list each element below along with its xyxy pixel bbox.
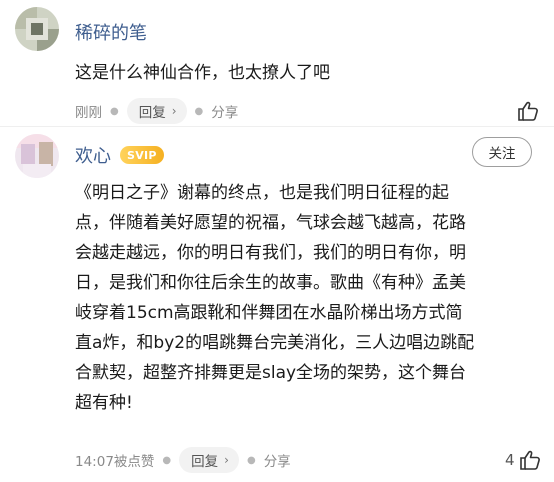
avatar-image — [15, 7, 59, 51]
comment-line: 会越走越远，你的明日有我们，我们的明日有你，明 — [75, 243, 466, 263]
username-row: 欢心 SVIP — [75, 142, 164, 168]
avatar-image — [15, 134, 59, 178]
separator-dot: ● — [246, 454, 256, 466]
thumbs-up-icon — [519, 450, 540, 470]
thumbs-up-icon — [518, 101, 538, 121]
reply-label: 回复 — [138, 105, 166, 121]
separator-dot: ● — [194, 105, 204, 117]
like-button[interactable]: 4 — [505, 450, 541, 470]
separator-dot: ● — [162, 454, 172, 466]
comment-text: 《明日之子》谢幕的终点，也是我们明日征程的起 点，伴随着美好愿望的祝福，气球会越… — [75, 178, 474, 418]
comment-line: 点，伴随着美好愿望的祝福，气球会越飞越高，花路 — [75, 213, 466, 233]
follow-button[interactable]: 关注 — [472, 137, 532, 167]
reply-label: 回复 — [191, 454, 219, 470]
timestamp: 刚刚 — [75, 105, 102, 121]
like-button[interactable] — [517, 101, 539, 121]
username[interactable]: 欢心 — [75, 142, 111, 168]
comment-line: 超有种! — [75, 393, 133, 413]
avatar[interactable] — [15, 7, 59, 51]
comment-text: 这是什么神仙合作，也太撩人了吧 — [75, 63, 330, 83]
comment-meta: 14:07被点赞 ● 回复 › ● 分享 — [75, 447, 291, 473]
svip-badge: SVIP — [120, 146, 164, 164]
timestamp: 14:07被点赞 — [75, 454, 155, 470]
comment-line: 日，是我们和你往后余生的故事。歌曲《有种》孟美 — [75, 273, 466, 293]
comment-meta: 刚刚 ● 回复 › ● 分享 — [75, 98, 238, 124]
like-count: 4 — [505, 451, 515, 469]
comment-line: 岐穿着15cm高跟靴和伴舞团在水晶阶梯出场方式简 — [75, 303, 463, 323]
username[interactable]: 稀碎的笔 — [75, 19, 147, 45]
comment-line: 合默契，超整齐排舞更是slay全场的架势，这个舞台 — [75, 363, 467, 383]
chevron-right-icon: › — [171, 104, 177, 118]
reply-button[interactable]: 回复 › — [179, 447, 239, 473]
comment-divider — [0, 126, 554, 127]
reply-button[interactable]: 回复 › — [126, 98, 187, 124]
avatar[interactable] — [15, 134, 59, 178]
share-button[interactable]: 分享 — [211, 101, 238, 121]
follow-label: 关注 — [488, 146, 516, 162]
separator-dot: ● — [110, 105, 119, 117]
comment-line: 《明日之子》谢幕的终点，也是我们明日征程的起 — [75, 183, 449, 203]
comment-line: 直a炸，和by2的唱跳舞台完美消化，三人边唱边跳配 — [75, 333, 475, 353]
chevron-right-icon: › — [224, 453, 229, 467]
share-button[interactable]: 分享 — [264, 450, 291, 470]
